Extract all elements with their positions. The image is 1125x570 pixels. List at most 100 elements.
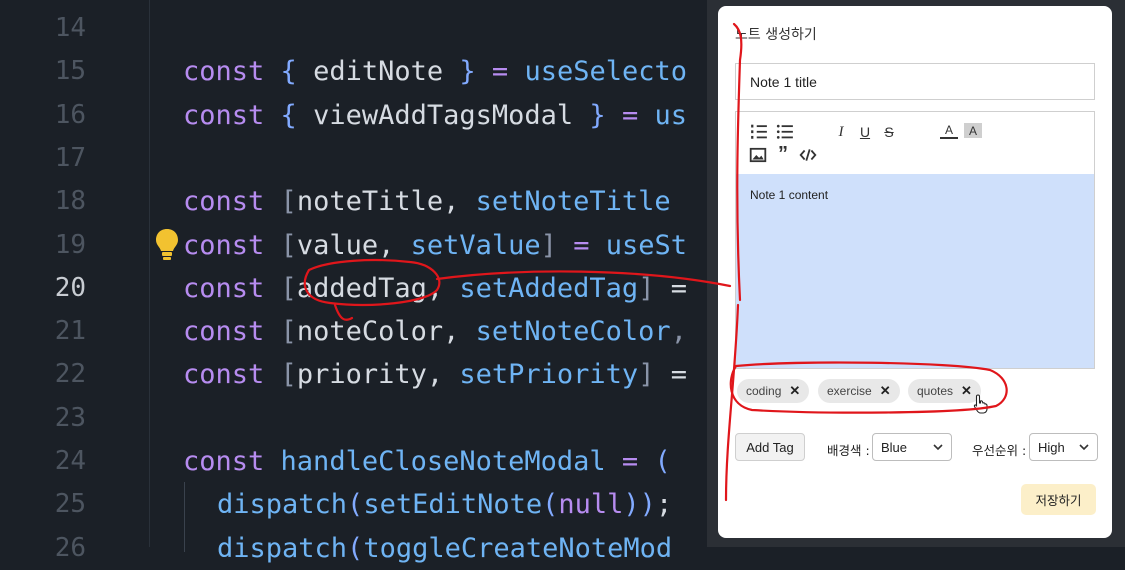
code-token: ( [347,532,364,564]
code-text[interactable]: const { viewAddTagsModal } = us [183,94,687,137]
code-token: const [183,99,265,131]
code-token: ; [655,489,673,521]
priority-select-value: High [1038,439,1065,455]
image-icon[interactable] [749,146,767,164]
rich-text-editor: I U S A A ” Note 1 content [735,111,1095,369]
add-tag-button[interactable]: Add Tag [735,433,805,461]
code-token: [ [280,316,297,348]
code-token: setNoteTitle [475,186,671,218]
tag-label: exercise [827,384,872,398]
code-token: priority, [296,359,460,391]
ordered-list-icon[interactable] [750,123,768,141]
background-color-icon[interactable]: A [964,123,982,138]
code-token: const [183,272,265,304]
code-token: editNote [296,56,460,88]
code-token: = [573,229,590,261]
color-select[interactable]: Blue [872,433,952,461]
code-text[interactable]: const [noteTitle, setNoteTitle [183,180,671,223]
bullet-list-icon[interactable] [776,123,794,141]
code-token: viewAddTagsModal [296,99,590,131]
code-token: const [183,229,265,261]
code-token: setValue [410,229,541,261]
code-text[interactable]: const { editNote } = useSelecto [183,50,687,93]
code-token: noteTitle, [296,186,476,218]
note-content-area[interactable]: Note 1 content [736,174,1094,368]
close-icon[interactable]: ✕ [789,383,800,399]
code-text[interactable]: const handleCloseNoteModal = ( [183,440,671,483]
code-token: noteColor, [296,316,476,348]
tag-chip: coding ✕ [737,379,810,403]
code-token: , [670,316,687,348]
line-number: 21 [54,316,86,347]
code-token: setEditNote [363,489,543,521]
code-token: setPriority [459,359,639,391]
code-text[interactable]: const [addedTag, setAddedTag] = [183,267,687,310]
code-text[interactable]: const [noteColor, setNoteColor, [183,310,687,353]
modal-title: 노트 생성하기 [735,27,817,43]
line-number: 26 [54,532,86,563]
code-token: ] [638,272,655,304]
code-token: )) [623,489,656,521]
code-token: [ [280,186,297,218]
quote-icon[interactable]: ” [774,144,792,164]
code-token: const [183,186,265,218]
strikethrough-icon[interactable]: S [880,123,898,141]
line-number: 20 [54,272,86,303]
underline-icon[interactable]: U [856,123,874,141]
code-token: } [459,56,476,88]
line-number: 14 [54,13,86,43]
code-token: handleCloseNoteModal [280,446,606,477]
code-icon[interactable] [799,146,817,164]
save-button[interactable]: 저장하기 [1021,484,1096,515]
italic-icon[interactable]: I [832,123,850,141]
code-token: setNoteColor [475,316,671,348]
line-number: 15 [54,56,86,87]
line-number: 18 [54,186,86,217]
line-number: 23 [54,402,86,433]
color-select-value: Blue [881,439,908,455]
tag-chip: quotes ✕ [908,379,981,403]
close-icon[interactable]: ✕ [880,383,891,399]
code-token: [ [280,359,297,391]
code-text[interactable]: dispatch(setEditNote(null)); [217,483,672,526]
code-token: = [621,99,639,131]
note-title-input[interactable] [735,63,1095,100]
code-token: ( [542,489,559,521]
code-token: const [183,56,265,88]
code-text[interactable]: dispatch(toggleCreateNoteMod [217,527,672,570]
font-color-icon[interactable]: A [940,123,958,139]
code-token: = [491,56,509,88]
color-label: 배경색 : [827,443,870,458]
code-token: ] [638,359,655,391]
code-token: us [654,99,687,131]
line-number: 25 [54,489,86,520]
code-text[interactable]: const [priority, setPriority] = [183,353,687,396]
code-token: [ [280,229,297,261]
code-token: useSelecto [524,56,687,88]
line-number: 19 [54,229,86,260]
tag-chip: exercise ✕ [818,379,900,403]
priority-select[interactable]: High [1029,433,1098,461]
tag-label: coding [746,384,782,398]
close-icon[interactable]: ✕ [961,383,972,399]
lightbulb-icon[interactable] [154,227,180,261]
line-number: 16 [54,99,86,130]
code-text[interactable]: const [value, setValue] = useSt [183,224,687,267]
editor-toolbar: I U S A A ” [736,112,1094,175]
code-token: ] [540,229,557,261]
line-number: 24 [54,446,86,476]
line-number: 17 [54,142,86,173]
chevron-down-icon [1079,443,1089,450]
